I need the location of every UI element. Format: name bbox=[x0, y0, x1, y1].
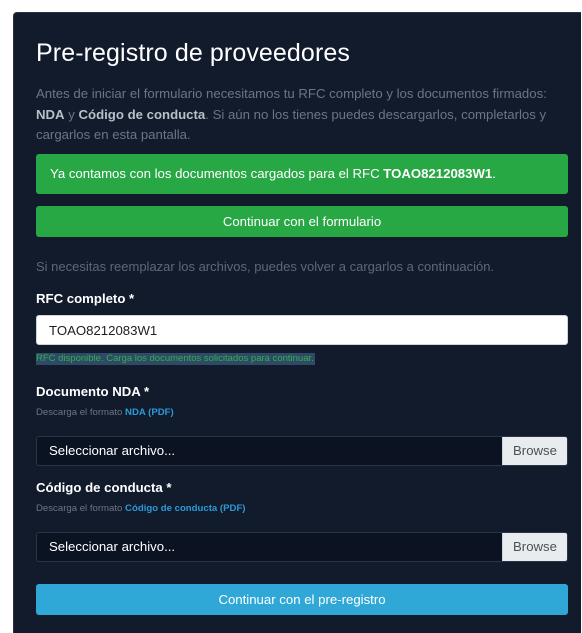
nda-file-input[interactable]: Seleccionar archivo... Browse bbox=[36, 436, 568, 466]
intro-nda: NDA bbox=[36, 106, 65, 122]
rfc-input[interactable] bbox=[36, 315, 568, 345]
nda-browse-button[interactable]: Browse bbox=[502, 437, 567, 465]
code-download-link[interactable]: Código de conducta (PDF) bbox=[125, 503, 245, 514]
nda-label: Documento NDA * bbox=[36, 384, 150, 399]
nda-download-link[interactable]: NDA (PDF) bbox=[125, 407, 174, 418]
rfc-status-message: RFC disponible. Carga los documentos sol… bbox=[36, 353, 315, 365]
alert-text: Ya contamos con los documentos cargados … bbox=[50, 166, 384, 181]
alert-end: . bbox=[492, 166, 496, 181]
nda-file-placeholder: Seleccionar archivo... bbox=[49, 443, 176, 458]
intro-part1: Antes de iniciar el formulario necesitam… bbox=[36, 86, 547, 101]
code-hint-text: Descarga el formato bbox=[36, 503, 126, 514]
code-hint: Descarga el formato Código de conducta (… bbox=[36, 503, 246, 514]
alert-rfc: TOAO8212083W1 bbox=[383, 166, 493, 181]
code-browse-button[interactable]: Browse bbox=[502, 533, 567, 561]
submit-preregistro-button[interactable]: Continuar con el pre-registro bbox=[36, 584, 568, 615]
code-file-input[interactable]: Seleccionar archivo... Browse bbox=[36, 532, 568, 562]
intro-text: Antes de iniciar el formulario necesitam… bbox=[36, 84, 568, 146]
nda-hint: Descarga el formato NDA (PDF) bbox=[36, 407, 174, 418]
continue-form-button[interactable]: Continuar con el formulario bbox=[36, 206, 568, 237]
intro-and: y bbox=[64, 106, 79, 122]
preregistro-card: Pre-registro de proveedores Antes de ini… bbox=[13, 12, 581, 633]
success-alert: Ya contamos con los documentos cargados … bbox=[36, 154, 568, 194]
intro-code: Código de conducta bbox=[78, 106, 206, 122]
page-title: Pre-registro de proveedores bbox=[36, 39, 350, 67]
rfc-label: RFC completo * bbox=[36, 291, 135, 306]
replace-note: Si necesitas reemplazar los archivos, pu… bbox=[36, 259, 495, 274]
nda-hint-text: Descarga el formato bbox=[36, 407, 126, 418]
code-label: Código de conducta * bbox=[36, 480, 172, 495]
code-file-placeholder: Seleccionar archivo... bbox=[49, 539, 176, 554]
